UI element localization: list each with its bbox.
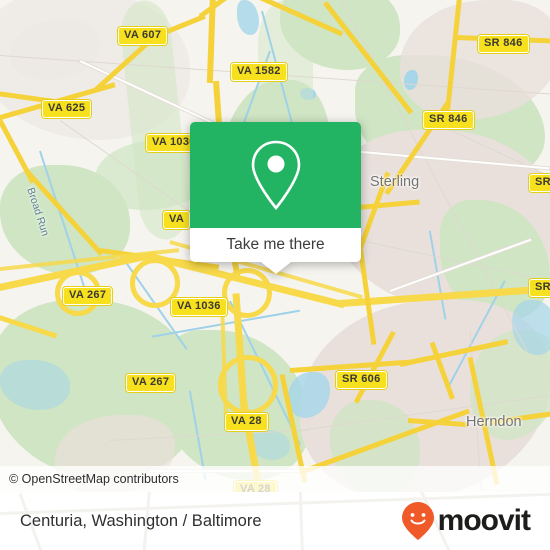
popup-footer[interactable]: Take me there [190,228,361,262]
moovit-brand[interactable]: moovit [401,501,531,541]
road-shield[interactable]: SR 606 [336,371,387,389]
road-shield[interactable]: SR 2 [529,279,550,297]
popup-pointer [260,262,291,274]
map-canvas[interactable]: VA 607 SR 846 VA 1582 VA 625 SR 846 VA 1… [0,0,550,492]
road-shield[interactable]: VA 1036 [171,298,227,316]
place-label-sterling: Sterling [370,174,420,190]
road-shield[interactable]: VA [163,211,191,229]
bottom-bar: Centuria, Washington / Baltimore moovit [0,492,550,550]
location-popup-card[interactable]: Take me there [190,122,361,274]
road-shield[interactable]: VA 267 [126,374,176,392]
popup-header [190,122,361,228]
road-shield[interactable]: VA 607 [118,27,168,45]
map-pin-icon [251,140,300,211]
place-label-herndon: Herndon [466,414,522,430]
road-shield[interactable]: VA 625 [42,100,92,118]
map-attribution: © OpenStreetMap contributors [0,466,550,492]
road-shield[interactable]: SR 846 [423,111,474,129]
attribution-text: © OpenStreetMap contributors [9,472,179,486]
take-me-there-label: Take me there [226,236,325,253]
road-shield[interactable]: VA 28 [225,413,268,431]
road-shield[interactable]: SR 2 [529,174,550,192]
road-shield[interactable]: SR 846 [478,35,529,53]
interchange-loop [222,268,272,318]
moovit-pin-smiley-icon [401,502,434,540]
road-shield[interactable]: VA 267 [63,287,113,305]
screenshot-root: VA 607 SR 846 VA 1582 VA 625 SR 846 VA 1… [0,0,550,550]
water-body [237,0,259,35]
moovit-wordmark: moovit [437,504,531,537]
road-shield[interactable]: VA 1582 [231,63,287,81]
location-title: Centuria, Washington / Baltimore [20,511,262,530]
